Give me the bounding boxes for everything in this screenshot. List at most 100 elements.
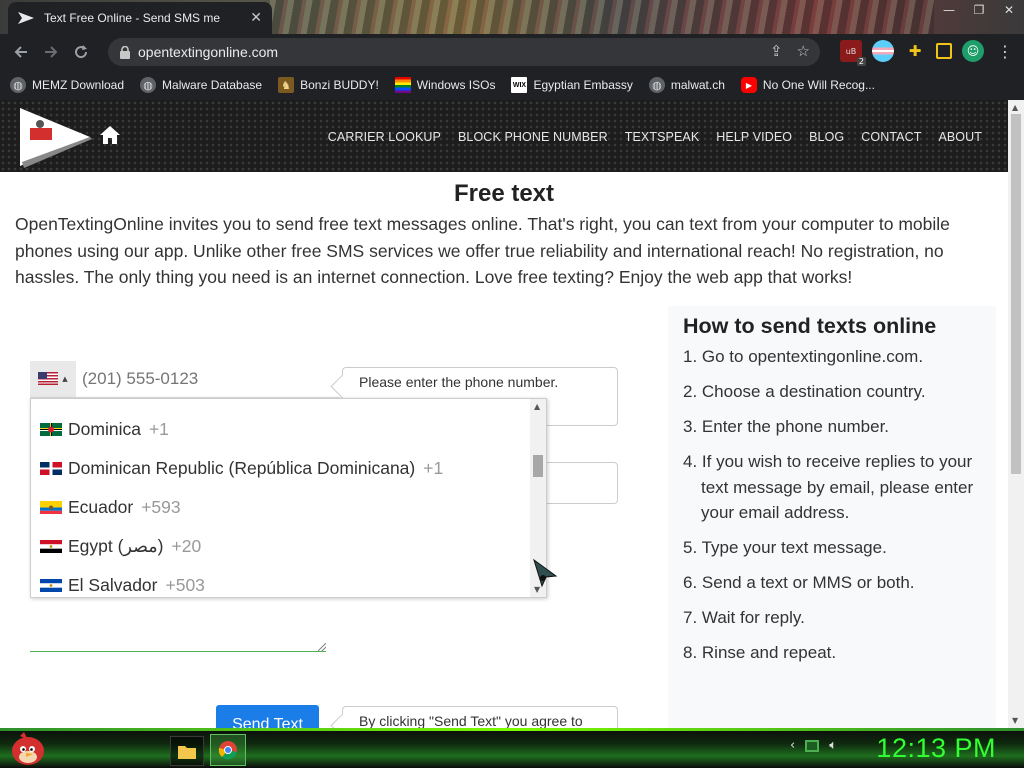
side-panel-icon[interactable] <box>936 43 952 59</box>
globe-icon: ◍ <box>648 77 665 93</box>
folder-icon <box>178 746 196 759</box>
send-text-button[interactable]: Send Text <box>216 705 319 728</box>
bookmark-label: Bonzi BUDDY! <box>300 78 379 92</box>
country-option-dominican-republic[interactable]: Dominican Republic (República Dominicana… <box>31 449 531 487</box>
forward-button[interactable] <box>36 37 66 67</box>
country-dropdown-list[interactable]: Dominica +1 Dominican Republic (Repúblic… <box>30 398 547 598</box>
country-dial-code: +20 <box>171 535 202 556</box>
share-icon[interactable]: ⇪ <box>770 42 783 60</box>
page-viewport: CARRIER LOOKUP BLOCK PHONE NUMBER TEXTSP… <box>0 100 1024 728</box>
page-scroll-down-icon[interactable]: ▼ <box>1012 716 1018 725</box>
country-option-ecuador[interactable]: Ecuador +593 <box>31 488 531 526</box>
bookmark-youtube-video[interactable]: ▶ No One Will Recog... <box>740 77 875 93</box>
bookmark-memz[interactable]: ◍ MEMZ Download <box>10 77 124 93</box>
phone-number-input[interactable] <box>82 368 322 389</box>
flag-extension-icon[interactable] <box>872 40 894 62</box>
bookmark-star-icon[interactable]: ☆ <box>797 42 810 60</box>
country-option-dominica[interactable]: Dominica +1 <box>31 410 531 448</box>
nav-help-video[interactable]: HELP VIDEO <box>716 130 792 144</box>
country-option-egypt[interactable]: Egypt (‫مصر‬‎) +20 <box>31 527 531 565</box>
message-textarea[interactable] <box>30 598 326 652</box>
nav-carrier-lookup[interactable]: CARRIER LOOKUP <box>328 130 441 144</box>
nav-contact[interactable]: CONTACT <box>861 130 921 144</box>
egypt-flag-icon <box>40 539 62 553</box>
profile-avatar-icon[interactable]: ☺ <box>962 40 984 62</box>
tray-expand-icon[interactable]: ‹ <box>790 738 795 753</box>
taskbar-explorer-button[interactable] <box>170 736 204 766</box>
nav-blog[interactable]: BLOG <box>809 130 844 144</box>
puzzle-extensions-icon[interactable]: ✚ <box>904 40 926 62</box>
bookmark-egyptian-embassy[interactable]: WIX Egyptian Embassy <box>511 77 633 93</box>
bookmark-label: Egyptian Embassy <box>533 78 633 92</box>
site-header: CARRIER LOOKUP BLOCK PHONE NUMBER TEXTSP… <box>0 100 1008 172</box>
el-salvador-flag-icon <box>40 578 62 592</box>
country-dial-code: +1 <box>148 418 169 439</box>
bookmark-label: Malware Database <box>162 78 263 92</box>
network-icon[interactable] <box>805 739 820 752</box>
chrome-icon <box>218 741 237 760</box>
bookmark-label: Windows ISOs <box>416 78 496 92</box>
how-to-step: 2. Choose a destination country. <box>683 382 926 401</box>
tab-close-icon[interactable]: ✕ <box>250 10 262 26</box>
url-text: opentextingonline.com <box>138 44 279 60</box>
globe-icon: ◍ <box>10 77 26 93</box>
bookmark-windows-isos[interactable]: Windows ISOs <box>394 77 496 93</box>
country-name: Ecuador <box>68 496 134 517</box>
country-dial-code: +1 <box>423 457 444 478</box>
browser-tab-bar: Text Free Online - Send SMS me ✕ — ❐ ✕ <box>0 0 1024 34</box>
dominica-flag-icon <box>40 422 62 436</box>
country-name: Dominica <box>68 418 141 439</box>
country-selector-button[interactable]: ▲ <box>30 360 76 397</box>
country-name: El Salvador <box>68 574 158 595</box>
ublock-extension-icon[interactable]: uB 2 <box>840 40 866 66</box>
back-arrow-icon <box>14 46 27 58</box>
scroll-up-arrow-icon[interactable]: ▲ <box>534 402 540 411</box>
bookmark-malware-database[interactable]: ◍ Malware Database <box>140 77 262 93</box>
how-to-title: How to send texts online <box>683 314 937 338</box>
globe-icon: ◍ <box>140 77 157 93</box>
page-scroll-up-icon[interactable]: ▲ <box>1012 103 1018 112</box>
dropdown-scroll-thumb[interactable] <box>533 455 543 477</box>
volume-icon[interactable]: 🔈︎ <box>829 738 837 753</box>
address-bar[interactable]: opentextingonline.com ⇪ ☆ <box>108 38 820 66</box>
how-to-panel: How to send texts online 1. Go to opente… <box>668 306 996 728</box>
phone-tooltip-text: Please enter the phone number. <box>359 374 559 390</box>
how-to-step: 7. Wait for reply. <box>683 608 805 627</box>
wix-icon: WIX <box>511 77 528 93</box>
terms-tooltip-text: By clicking "Send Text" you agree to <box>359 713 583 728</box>
extensions-area: uB 2 ✚ ☺ ⋮ <box>840 40 1016 66</box>
window-controls: — ❐ ✕ <box>934 0 1024 20</box>
site-favicon-icon <box>18 10 34 26</box>
mouse-cursor-icon <box>533 558 558 588</box>
how-to-step: 5. Type your text message. <box>683 538 887 557</box>
page-scroll-thumb[interactable] <box>1011 114 1021 474</box>
caret-up-icon: ▲ <box>62 374 68 383</box>
how-to-step: 6. Send a text or MMS or both. <box>683 573 915 592</box>
reload-button[interactable] <box>66 37 96 67</box>
how-to-step: 3. Enter the phone number. <box>683 417 890 436</box>
taskbar: ‹ 🔈︎ 12:13 PM <box>0 728 1024 768</box>
page-scrollbar[interactable]: ▲ ▼ <box>1008 100 1024 728</box>
taskbar-chrome-button[interactable] <box>210 734 246 766</box>
country-option-el-salvador[interactable]: El Salvador +503 <box>31 566 531 597</box>
maximize-button[interactable]: ❐ <box>964 0 994 20</box>
back-button[interactable] <box>6 37 36 67</box>
home-icon[interactable] <box>100 126 120 144</box>
bookmark-label: MEMZ Download <box>32 78 125 92</box>
nav-textspeak[interactable]: TEXTSPEAK <box>625 130 700 144</box>
start-button-icon[interactable] <box>6 730 50 768</box>
how-to-step: 4. If you wish to receive replies to you… <box>683 452 974 522</box>
bookmark-malwatch[interactable]: ◍ malwat.ch <box>648 77 725 93</box>
dominican-republic-flag-icon <box>40 461 62 475</box>
nav-about[interactable]: ABOUT <box>938 130 982 144</box>
bonzi-icon: ♞ <box>278 77 295 93</box>
browser-tab[interactable]: Text Free Online - Send SMS me ✕ <box>8 2 272 34</box>
nav-block-phone-number[interactable]: BLOCK PHONE NUMBER <box>458 130 608 144</box>
taskbar-clock[interactable]: 12:13 PM <box>876 733 996 764</box>
site-logo-icon[interactable] <box>18 106 92 168</box>
minimize-button[interactable]: — <box>934 0 964 20</box>
close-window-button[interactable]: ✕ <box>994 0 1024 20</box>
bookmark-bonzi-buddy[interactable]: ♞ Bonzi BUDDY! <box>278 77 379 93</box>
resize-handle-icon[interactable] <box>318 643 326 651</box>
menu-dots-icon[interactable]: ⋮ <box>994 40 1016 62</box>
